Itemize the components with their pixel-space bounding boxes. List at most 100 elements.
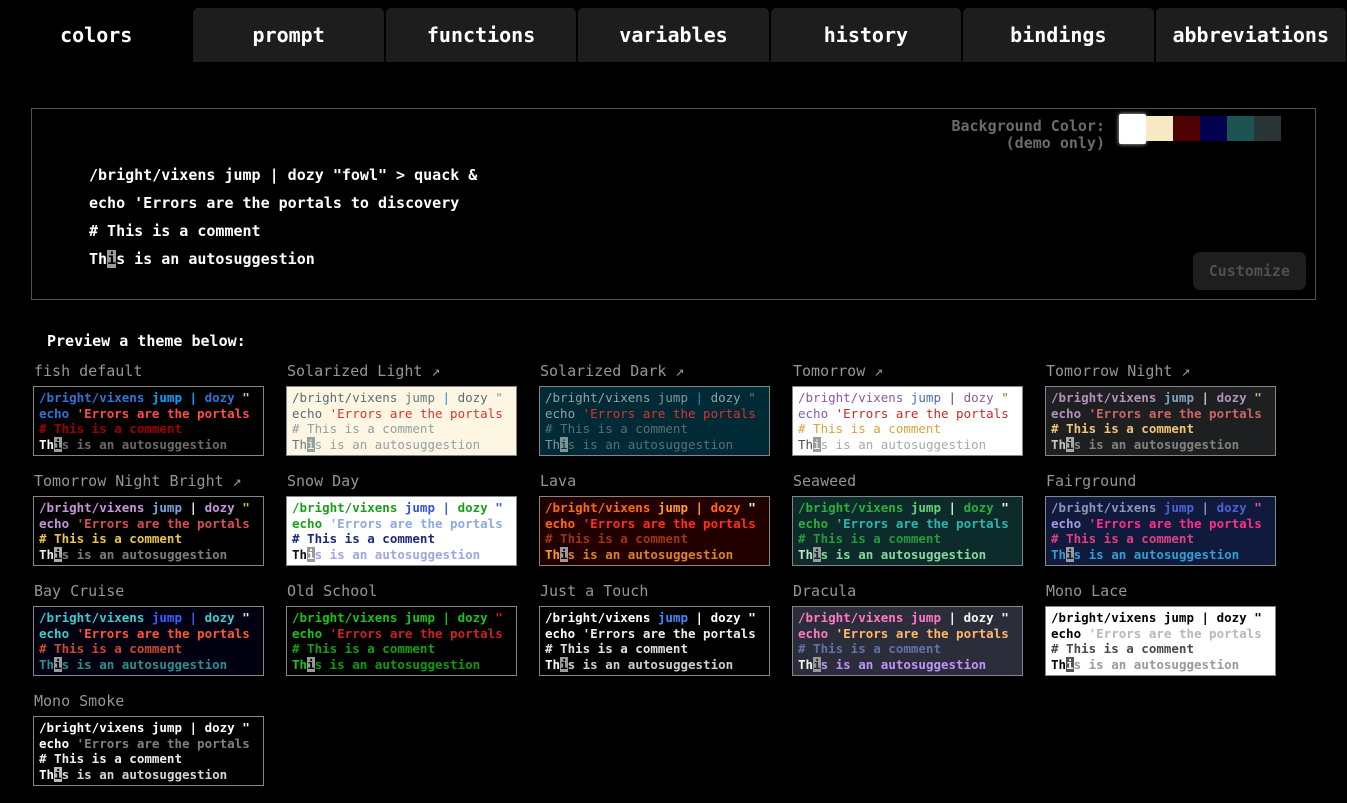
preview-comment-line: # This is a comment [1051, 641, 1270, 657]
theme-title[interactable]: Solarized Dark ↗ [540, 362, 792, 380]
external-link-icon: ↗ [422, 362, 440, 380]
preview-string-line: echo 'Errors are the portals [39, 736, 258, 752]
theme-preview[interactable]: /bright/vixens jump | dozy "echo 'Errors… [286, 606, 517, 676]
preview-cursor: i [54, 437, 62, 452]
theme-card: fish default /bright/vixens jump | dozy … [33, 360, 286, 456]
theme-preview[interactable]: /bright/vixens jump | dozy "echo 'Errors… [1045, 386, 1276, 456]
theme-preview[interactable]: /bright/vixens jump | dozy "echo 'Errors… [286, 386, 517, 456]
preview-command-line: /bright/vixens jump | dozy " [39, 610, 258, 626]
preview-comment-line: # This is a comment [545, 421, 764, 437]
theme-preview[interactable]: /bright/vixens jump | dozy "echo 'Errors… [792, 496, 1023, 566]
theme-preview[interactable]: /bright/vixens jump | dozy "echo 'Errors… [539, 386, 770, 456]
theme-title[interactable]: Solarized Light ↗ [287, 362, 539, 380]
theme-title[interactable]: Tomorrow ↗ [793, 362, 1045, 380]
preview-comment-line: # This is a comment [798, 531, 1017, 547]
preview-autosuggestion-line: This is an autosuggestion [39, 767, 258, 783]
theme-title[interactable]: Bay Cruise [34, 582, 286, 600]
preview-autosuggestion-line: This is an autosuggestion [798, 437, 1017, 453]
theme-preview[interactable]: /bright/vixens jump | dozy "echo 'Errors… [539, 496, 770, 566]
demo-autosuggestion-pre: Th [89, 250, 107, 268]
theme-title[interactable]: Old School [287, 582, 539, 600]
preview-cursor: i [560, 547, 568, 562]
theme-title[interactable]: Fairground [1046, 472, 1298, 490]
theme-name: Dracula [793, 582, 856, 600]
tab-variables[interactable]: variables [578, 8, 768, 62]
demo-string-line: echo 'Errors are the portals to discover… [89, 189, 1315, 217]
theme-preview[interactable]: /bright/vixens jump | dozy "echo 'Errors… [1045, 496, 1276, 566]
demo-autosuggestion-line: This is an autosuggestion [89, 245, 1315, 273]
theme-title[interactable]: Mono Smoke [34, 692, 286, 710]
preview-string-line: echo 'Errors are the portals [545, 626, 764, 642]
theme-name: Tomorrow Night [1046, 362, 1172, 380]
preview-autosuggestion-line: This is an autosuggestion [798, 657, 1017, 673]
theme-preview[interactable]: /bright/vixens jump | dozy "echo 'Errors… [33, 716, 264, 786]
background-swatch[interactable] [1173, 116, 1200, 141]
theme-title[interactable]: Tomorrow Night ↗ [1046, 362, 1298, 380]
background-swatch[interactable] [1254, 116, 1281, 141]
background-swatch[interactable] [1227, 116, 1254, 141]
theme-preview[interactable]: /bright/vixens jump | dozy "echo 'Errors… [33, 606, 264, 676]
theme-title[interactable]: Tomorrow Night Bright ↗ [34, 472, 286, 490]
tab-abbreviations[interactable]: abbreviations [1156, 8, 1346, 62]
theme-title[interactable]: Seaweed [793, 472, 1045, 490]
preview-command-line: /bright/vixens jump | dozy " [1051, 500, 1270, 516]
theme-title[interactable]: Snow Day [287, 472, 539, 490]
demo-autosuggestion-post: s is an autosuggestion [116, 250, 315, 268]
customize-button[interactable]: Customize [1193, 252, 1306, 290]
theme-card: Old School /bright/vixens jump | dozy "e… [286, 580, 539, 676]
tab-colors[interactable]: colors [1, 8, 191, 62]
background-swatch[interactable] [1119, 114, 1146, 144]
theme-preview[interactable]: /bright/vixens jump | dozy "echo 'Errors… [539, 606, 770, 676]
background-swatch[interactable] [1200, 116, 1227, 141]
theme-name: Bay Cruise [34, 582, 124, 600]
background-color-label-line2: (demo only) [951, 135, 1105, 152]
tab-bindings[interactable]: bindings [963, 8, 1153, 62]
theme-preview[interactable]: /bright/vixens jump | dozy "echo 'Errors… [33, 496, 264, 566]
theme-title[interactable]: Dracula [793, 582, 1045, 600]
theme-name: Tomorrow [793, 362, 865, 380]
theme-card: Fairground /bright/vixens jump | dozy "e… [1045, 470, 1298, 566]
preview-cursor: i [54, 767, 62, 782]
preview-autosuggestion-line: This is an autosuggestion [545, 547, 764, 563]
preview-cursor: i [560, 657, 568, 672]
theme-name: Seaweed [793, 472, 856, 490]
preview-autosuggestion-line: This is an autosuggestion [39, 437, 258, 453]
external-link-icon: ↗ [1172, 362, 1190, 380]
preview-autosuggestion-line: This is an autosuggestion [292, 657, 511, 673]
theme-preview[interactable]: /bright/vixens jump | dozy "echo 'Errors… [792, 386, 1023, 456]
background-swatch[interactable] [1146, 116, 1173, 141]
theme-name: Solarized Dark [540, 362, 666, 380]
preview-command-line: /bright/vixens jump | dozy " [292, 500, 511, 516]
theme-name: Snow Day [287, 472, 359, 490]
theme-card: Dracula /bright/vixens jump | dozy "echo… [792, 580, 1045, 676]
preview-autosuggestion-line: This is an autosuggestion [1051, 657, 1270, 673]
theme-card: Solarized Light ↗ /bright/vixens jump | … [286, 360, 539, 456]
background-color-label: Background Color: (demo only) [951, 118, 1105, 152]
tab-functions[interactable]: functions [386, 8, 576, 62]
preview-string-line: echo 'Errors are the portals [39, 406, 258, 422]
theme-title[interactable]: fish default [34, 362, 286, 380]
preview-string-line: echo 'Errors are the portals [292, 626, 511, 642]
theme-card: Tomorrow Night Bright ↗ /bright/vixens j… [33, 470, 286, 566]
theme-card: Mono Lace /bright/vixens jump | dozy "ec… [1045, 580, 1298, 676]
background-swatch[interactable] [1281, 116, 1308, 141]
preview-comment-line: # This is a comment [39, 421, 258, 437]
preview-cursor: i [54, 547, 62, 562]
theme-title[interactable]: Lava [540, 472, 792, 490]
theme-name: Solarized Light [287, 362, 422, 380]
theme-card: Mono Smoke /bright/vixens jump | dozy "e… [33, 690, 286, 786]
preview-cursor: i [1066, 547, 1074, 562]
theme-title[interactable]: Just a Touch [540, 582, 792, 600]
tab-history[interactable]: history [771, 8, 961, 62]
theme-preview[interactable]: /bright/vixens jump | dozy "echo 'Errors… [1045, 606, 1276, 676]
preview-cursor: i [307, 657, 315, 672]
theme-preview[interactable]: /bright/vixens jump | dozy "echo 'Errors… [286, 496, 517, 566]
theme-card: Lava /bright/vixens jump | dozy "echo 'E… [539, 470, 792, 566]
theme-name: Just a Touch [540, 582, 648, 600]
theme-title[interactable]: Mono Lace [1046, 582, 1298, 600]
theme-preview[interactable]: /bright/vixens jump | dozy "echo 'Errors… [792, 606, 1023, 676]
theme-preview[interactable]: /bright/vixens jump | dozy "echo 'Errors… [33, 386, 264, 456]
tab-prompt[interactable]: prompt [193, 8, 383, 62]
demo-comment-line: # This is a comment [89, 217, 1315, 245]
preview-autosuggestion-line: This is an autosuggestion [798, 547, 1017, 563]
